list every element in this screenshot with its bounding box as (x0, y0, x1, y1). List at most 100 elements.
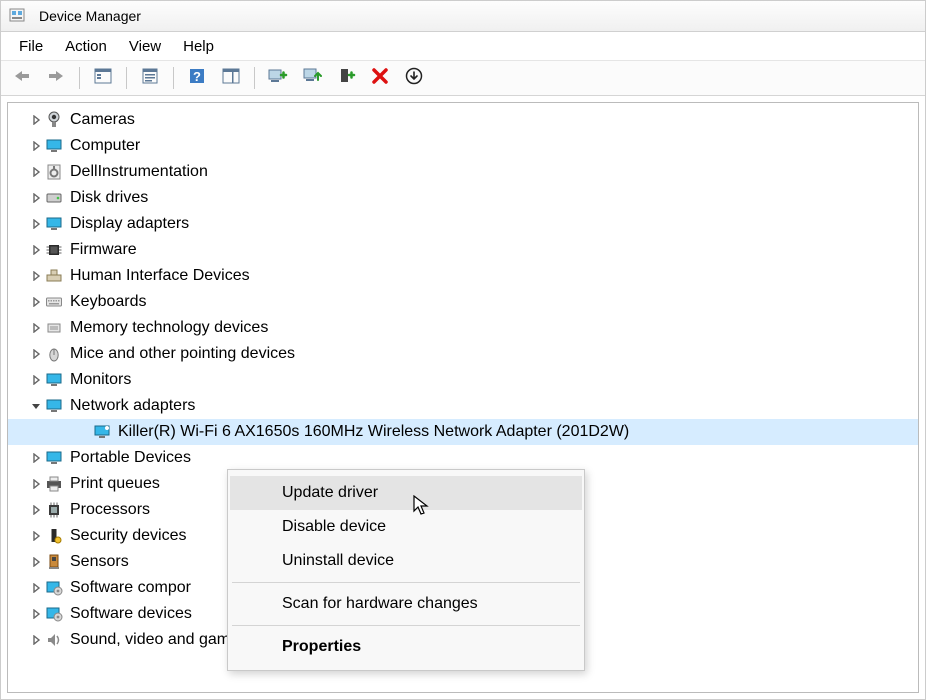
update-driver-button[interactable] (297, 64, 327, 92)
expander-closed[interactable] (28, 268, 44, 284)
tree-item-label: Monitors (70, 371, 131, 389)
context-menu-item[interactable]: Update driver (230, 476, 582, 510)
mouse-icon (44, 344, 64, 364)
tree-item[interactable]: Display adapters (8, 211, 918, 237)
disable-device-button[interactable] (331, 64, 361, 92)
update-driver-icon (302, 67, 322, 89)
back-button[interactable] (7, 64, 37, 92)
uninstall-device-button[interactable] (365, 64, 395, 92)
tree-item-label: Software compor (70, 579, 191, 597)
toolbar-separator (79, 67, 80, 89)
tree-item[interactable]: Monitors (8, 367, 918, 393)
menu-help[interactable]: Help (173, 35, 224, 58)
tree-item-label: Sensors (70, 553, 129, 571)
expander-closed[interactable] (28, 632, 44, 648)
expander-closed[interactable] (28, 190, 44, 206)
tree-item[interactable]: Computer (8, 133, 918, 159)
help-button[interactable]: ? (182, 64, 212, 92)
sw-icon (44, 604, 64, 624)
tree-item-label: Memory technology devices (70, 319, 268, 337)
toolbar-separator (126, 67, 127, 89)
chip-icon (44, 240, 64, 260)
tree-item[interactable]: Mice and other pointing devices (8, 341, 918, 367)
expander-closed[interactable] (28, 294, 44, 310)
context-menu-item[interactable]: Disable device (230, 510, 582, 544)
tree-item[interactable]: Human Interface Devices (8, 263, 918, 289)
titlebar[interactable]: Device Manager (1, 1, 925, 32)
expander-closed[interactable] (28, 372, 44, 388)
expander-closed[interactable] (28, 112, 44, 128)
uninstall-device-icon (371, 67, 389, 89)
expander-closed[interactable] (28, 554, 44, 570)
expander-closed[interactable] (28, 476, 44, 492)
context-menu-item[interactable]: Properties (230, 630, 582, 664)
tree-item-label: Display adapters (70, 215, 189, 233)
properties-icon (141, 67, 159, 89)
expander-closed[interactable] (28, 502, 44, 518)
monitor-icon (44, 448, 64, 468)
context-menu-item[interactable]: Scan for hardware changes (230, 587, 582, 621)
toolbar: ? (1, 61, 925, 96)
tree-item[interactable]: Memory technology devices (8, 315, 918, 341)
tree-item[interactable]: Killer(R) Wi-Fi 6 AX1650s 160MHz Wireles… (8, 419, 918, 445)
enable-device-button[interactable] (399, 64, 429, 92)
tree-item[interactable]: Network adapters (8, 393, 918, 419)
tree-item[interactable]: Keyboards (8, 289, 918, 315)
expander-closed[interactable] (28, 450, 44, 466)
disk-icon (44, 188, 64, 208)
expander-closed[interactable] (28, 216, 44, 232)
down-arrow-circle-icon (405, 67, 423, 89)
properties-button[interactable] (135, 64, 165, 92)
scan-hardware-icon (268, 67, 288, 89)
expander-closed[interactable] (28, 346, 44, 362)
context-menu-separator (232, 625, 580, 626)
tree-item[interactable]: Portable Devices (8, 445, 918, 471)
device-manager-window: Device Manager File Action View Help (0, 0, 926, 700)
expander-closed[interactable] (28, 138, 44, 154)
arrow-left-icon (13, 69, 31, 87)
tree-item-label: Disk drives (70, 189, 148, 207)
expander-closed[interactable] (28, 580, 44, 596)
tree-item-label: Computer (70, 137, 140, 155)
action-panel-button[interactable] (216, 64, 246, 92)
menu-action[interactable]: Action (55, 35, 117, 58)
tree-item[interactable]: DellInstrumentation (8, 159, 918, 185)
camera-icon (44, 110, 64, 130)
context-menu-separator (232, 582, 580, 583)
sw-icon (44, 578, 64, 598)
menu-file[interactable]: File (9, 35, 53, 58)
security-icon (44, 526, 64, 546)
tree-item-label: DellInstrumentation (70, 163, 208, 181)
tree-item[interactable]: Cameras (8, 107, 918, 133)
expander-closed[interactable] (28, 528, 44, 544)
show-hide-tree-button[interactable] (88, 64, 118, 92)
monitor-icon (44, 396, 64, 416)
tree-item-label: Firmware (70, 241, 137, 259)
app-icon (7, 6, 27, 26)
expander-closed[interactable] (28, 606, 44, 622)
action-panel-icon (222, 67, 240, 89)
tree-item-label: Human Interface Devices (70, 267, 250, 285)
console-tree-icon (94, 67, 112, 89)
tree-item-label: Security devices (70, 527, 187, 545)
menu-view[interactable]: View (119, 35, 171, 58)
tree-item-label: Network adapters (70, 397, 195, 415)
tree-item[interactable]: Firmware (8, 237, 918, 263)
context-menu-item[interactable]: Uninstall device (230, 544, 582, 578)
sound-icon (44, 630, 64, 650)
printer-icon (44, 474, 64, 494)
tree-item-label: Mice and other pointing devices (70, 345, 295, 363)
arrow-right-icon (47, 69, 65, 87)
scan-hardware-button[interactable] (263, 64, 293, 92)
forward-button[interactable] (41, 64, 71, 92)
tree-item[interactable]: Disk drives (8, 185, 918, 211)
tree-item-label: Portable Devices (70, 449, 191, 467)
expander-closed[interactable] (28, 164, 44, 180)
monitor-icon (44, 214, 64, 234)
chip2-icon (44, 318, 64, 338)
expander-closed[interactable] (28, 320, 44, 336)
sensor-icon (44, 552, 64, 572)
svg-text:?: ? (193, 69, 201, 84)
expander-open[interactable] (28, 398, 44, 414)
expander-closed[interactable] (28, 242, 44, 258)
